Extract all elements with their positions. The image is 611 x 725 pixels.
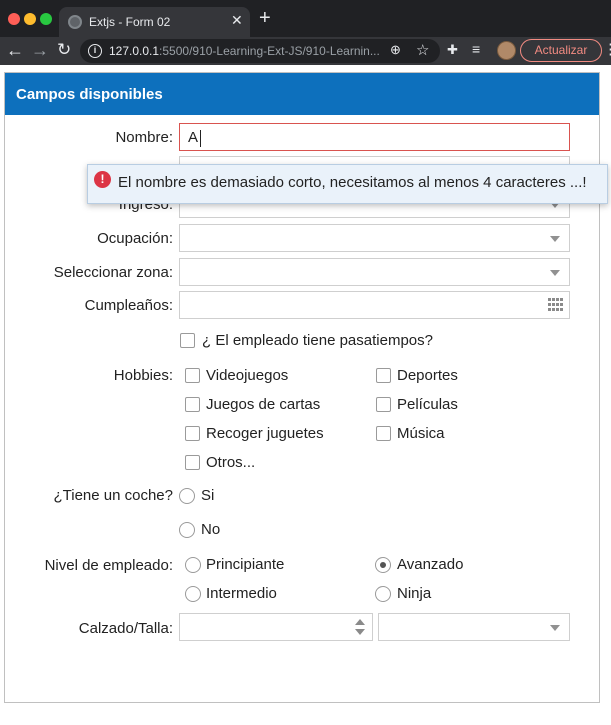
nivel-radio-avanzado[interactable]: [375, 557, 391, 573]
chevron-down-icon[interactable]: [550, 236, 560, 242]
cumpleanos-datefield[interactable]: [179, 291, 570, 319]
nombre-value: A: [188, 129, 199, 146]
ocupacion-label: Ocupación:: [97, 230, 173, 247]
puzzle-icon[interactable]: ✚: [447, 42, 458, 58]
spin-up-icon[interactable]: [355, 619, 365, 625]
hobby-checkbox-recoger-juguetes[interactable]: [185, 426, 200, 441]
update-button[interactable]: Actualizar: [520, 39, 602, 62]
hobby-checkbox-juegos-de-cartas[interactable]: [185, 397, 200, 412]
hobby-label-juegos-de-cartas: Juegos de cartas: [206, 396, 321, 413]
zona-combo[interactable]: [179, 258, 570, 286]
hobby-label-videojuegos: Videojuegos: [206, 367, 289, 384]
hobby-label-recoger-juguetes: Recoger juguetes: [206, 425, 324, 442]
hobby-checkbox-peliculas[interactable]: [376, 397, 391, 412]
nivel-label-ninja: Ninja: [397, 585, 432, 602]
minimize-window-button[interactable]: [24, 13, 36, 25]
coche-radio-si[interactable]: [179, 488, 195, 504]
hobby-label-deportes: Deportes: [397, 367, 458, 384]
error-tooltip-text: El nombre es demasiado corto, necesitamo…: [118, 174, 587, 191]
browser-tab[interactable]: Extjs - Form 02 ✕: [59, 7, 250, 37]
coche-label: ¿Tiene un coche?: [53, 487, 173, 504]
nivel-label-avanzado: Avanzado: [397, 556, 464, 573]
url-text: 127.0.0.1:5500/910-Learning-Ext-JS/910-L…: [109, 44, 379, 58]
maximize-window-button[interactable]: [40, 13, 52, 25]
ocupacion-combo[interactable]: [179, 224, 570, 252]
coche-radio-no[interactable]: [179, 522, 195, 538]
info-icon[interactable]: i: [88, 44, 102, 58]
cumpleanos-label: Cumpleaños:: [84, 297, 173, 314]
hobby-checkbox-musica[interactable]: [376, 426, 391, 441]
chevron-down-icon[interactable]: [550, 625, 560, 631]
calzado-label: Calzado/Talla:: [78, 620, 173, 637]
coche-label-no: No: [201, 521, 221, 538]
nivel-radio-principiante[interactable]: [185, 557, 201, 573]
hobby-checkbox-otros[interactable]: [185, 455, 200, 470]
nivel-radio-intermedio[interactable]: [185, 586, 201, 602]
pasatiempos-checkbox[interactable]: [180, 333, 195, 348]
star-icon[interactable]: ☆: [416, 41, 429, 59]
hobby-checkbox-videojuegos[interactable]: [185, 368, 200, 383]
spin-down-icon[interactable]: [355, 629, 365, 635]
nivel-label: Nivel de empleado:: [44, 557, 173, 574]
error-icon: !: [94, 171, 111, 188]
talla-combo[interactable]: [378, 613, 570, 641]
nombre-label: Nombre:: [115, 129, 173, 146]
calzado-number-field[interactable]: [179, 613, 373, 641]
hobbies-label: Hobbies:: [113, 367, 173, 384]
zona-label: Seleccionar zona:: [53, 264, 173, 281]
address-bar[interactable]: i 127.0.0.1:5500/910-Learning-Ext-JS/910…: [80, 39, 440, 63]
nivel-radio-ninja[interactable]: [375, 586, 391, 602]
coche-label-si: Si: [201, 487, 215, 504]
browser-toolbar: ← → ↻ i 127.0.0.1:5500/910-Learning-Ext-…: [0, 37, 611, 65]
nivel-label-intermedio: Intermedio: [206, 585, 277, 602]
window-titlebar: Extjs - Form 02 ✕ +: [0, 0, 611, 37]
chevron-down-icon[interactable]: [550, 270, 560, 276]
close-window-button[interactable]: [8, 13, 20, 25]
panel-title: Campos disponibles: [16, 86, 163, 103]
new-tab-button[interactable]: +: [259, 8, 271, 28]
error-tooltip: ! El nombre es demasiado corto, necesita…: [87, 164, 608, 204]
pasatiempos-label: ¿ El empleado tiene pasatiempos?: [202, 332, 433, 349]
globe-icon: [68, 15, 82, 29]
hobby-label-otros: Otros...: [206, 454, 256, 471]
nivel-label-principiante: Principiante: [206, 556, 285, 573]
reading-list-icon[interactable]: ≡: [472, 41, 480, 57]
back-arrow-icon[interactable]: ←: [6, 40, 24, 60]
panel-header: Campos disponibles: [5, 73, 599, 115]
forward-arrow-icon[interactable]: →: [31, 40, 49, 60]
nombre-input[interactable]: A: [179, 123, 570, 151]
calendar-icon[interactable]: [547, 297, 565, 313]
hobby-label-musica: Música: [397, 425, 445, 442]
more-vert-icon[interactable]: ⋮: [603, 40, 611, 58]
close-icon[interactable]: ✕: [231, 12, 243, 29]
tab-title: Extjs - Form 02: [89, 15, 171, 29]
zoom-icon[interactable]: ⊕: [390, 42, 401, 58]
hobby-checkbox-deportes[interactable]: [376, 368, 391, 383]
reload-icon[interactable]: ↻: [57, 40, 71, 60]
spinner-icon[interactable]: [355, 619, 365, 636]
avatar[interactable]: [497, 41, 516, 60]
text-caret: [200, 130, 201, 147]
hobby-label-peliculas: Películas: [397, 396, 458, 413]
